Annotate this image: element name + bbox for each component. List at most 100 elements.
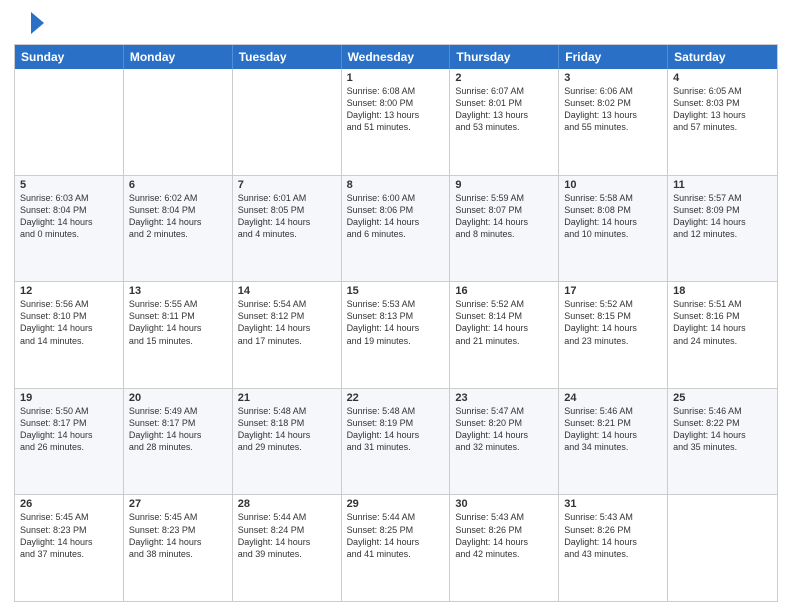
day-info: Sunrise: 6:06 AMSunset: 8:02 PMDaylight:… xyxy=(564,85,662,134)
calendar-day-6: 6Sunrise: 6:02 AMSunset: 8:04 PMDaylight… xyxy=(124,176,233,282)
calendar-day-13: 13Sunrise: 5:55 AMSunset: 8:11 PMDayligh… xyxy=(124,282,233,388)
day-number: 29 xyxy=(347,498,445,510)
day-info: Sunrise: 5:46 AMSunset: 8:21 PMDaylight:… xyxy=(564,405,662,454)
calendar-empty-cell xyxy=(668,495,777,601)
day-number: 1 xyxy=(347,72,445,84)
calendar-day-8: 8Sunrise: 6:00 AMSunset: 8:06 PMDaylight… xyxy=(342,176,451,282)
calendar-empty-cell xyxy=(15,69,124,175)
day-info: Sunrise: 5:56 AMSunset: 8:10 PMDaylight:… xyxy=(20,298,118,347)
day-info: Sunrise: 5:46 AMSunset: 8:22 PMDaylight:… xyxy=(673,405,772,454)
calendar-day-11: 11Sunrise: 5:57 AMSunset: 8:09 PMDayligh… xyxy=(668,176,777,282)
day-of-week-thursday: Thursday xyxy=(450,45,559,69)
calendar-empty-cell xyxy=(233,69,342,175)
calendar-day-12: 12Sunrise: 5:56 AMSunset: 8:10 PMDayligh… xyxy=(15,282,124,388)
day-info: Sunrise: 5:44 AMSunset: 8:25 PMDaylight:… xyxy=(347,511,445,560)
calendar-row-4: 26Sunrise: 5:45 AMSunset: 8:23 PMDayligh… xyxy=(15,494,777,601)
day-number: 30 xyxy=(455,498,553,510)
day-number: 14 xyxy=(238,285,336,297)
day-info: Sunrise: 5:54 AMSunset: 8:12 PMDaylight:… xyxy=(238,298,336,347)
day-number: 21 xyxy=(238,392,336,404)
calendar-day-14: 14Sunrise: 5:54 AMSunset: 8:12 PMDayligh… xyxy=(233,282,342,388)
calendar-day-30: 30Sunrise: 5:43 AMSunset: 8:26 PMDayligh… xyxy=(450,495,559,601)
day-info: Sunrise: 6:00 AMSunset: 8:06 PMDaylight:… xyxy=(347,192,445,241)
day-number: 4 xyxy=(673,72,772,84)
day-number: 11 xyxy=(673,179,772,191)
day-info: Sunrise: 5:45 AMSunset: 8:23 PMDaylight:… xyxy=(20,511,118,560)
calendar-day-2: 2Sunrise: 6:07 AMSunset: 8:01 PMDaylight… xyxy=(450,69,559,175)
calendar-day-20: 20Sunrise: 5:49 AMSunset: 8:17 PMDayligh… xyxy=(124,389,233,495)
logo-flag-icon xyxy=(18,10,44,36)
page: SundayMondayTuesdayWednesdayThursdayFrid… xyxy=(0,0,792,612)
calendar-body: 1Sunrise: 6:08 AMSunset: 8:00 PMDaylight… xyxy=(15,69,777,601)
day-number: 8 xyxy=(347,179,445,191)
calendar-day-22: 22Sunrise: 5:48 AMSunset: 8:19 PMDayligh… xyxy=(342,389,451,495)
day-info: Sunrise: 6:05 AMSunset: 8:03 PMDaylight:… xyxy=(673,85,772,134)
day-info: Sunrise: 5:43 AMSunset: 8:26 PMDaylight:… xyxy=(564,511,662,560)
calendar-day-31: 31Sunrise: 5:43 AMSunset: 8:26 PMDayligh… xyxy=(559,495,668,601)
calendar-day-9: 9Sunrise: 5:59 AMSunset: 8:07 PMDaylight… xyxy=(450,176,559,282)
day-number: 22 xyxy=(347,392,445,404)
day-number: 5 xyxy=(20,179,118,191)
day-info: Sunrise: 5:52 AMSunset: 8:14 PMDaylight:… xyxy=(455,298,553,347)
day-of-week-wednesday: Wednesday xyxy=(342,45,451,69)
day-number: 9 xyxy=(455,179,553,191)
day-number: 18 xyxy=(673,285,772,297)
day-number: 16 xyxy=(455,285,553,297)
day-info: Sunrise: 5:48 AMSunset: 8:18 PMDaylight:… xyxy=(238,405,336,454)
day-number: 25 xyxy=(673,392,772,404)
day-number: 15 xyxy=(347,285,445,297)
day-info: Sunrise: 6:01 AMSunset: 8:05 PMDaylight:… xyxy=(238,192,336,241)
day-info: Sunrise: 5:52 AMSunset: 8:15 PMDaylight:… xyxy=(564,298,662,347)
day-info: Sunrise: 5:49 AMSunset: 8:17 PMDaylight:… xyxy=(129,405,227,454)
calendar-day-16: 16Sunrise: 5:52 AMSunset: 8:14 PMDayligh… xyxy=(450,282,559,388)
day-info: Sunrise: 6:07 AMSunset: 8:01 PMDaylight:… xyxy=(455,85,553,134)
calendar-header: SundayMondayTuesdayWednesdayThursdayFrid… xyxy=(15,45,777,69)
calendar-day-4: 4Sunrise: 6:05 AMSunset: 8:03 PMDaylight… xyxy=(668,69,777,175)
calendar-day-23: 23Sunrise: 5:47 AMSunset: 8:20 PMDayligh… xyxy=(450,389,559,495)
day-of-week-sunday: Sunday xyxy=(15,45,124,69)
day-of-week-friday: Friday xyxy=(559,45,668,69)
calendar-day-18: 18Sunrise: 5:51 AMSunset: 8:16 PMDayligh… xyxy=(668,282,777,388)
day-number: 28 xyxy=(238,498,336,510)
day-number: 20 xyxy=(129,392,227,404)
day-number: 12 xyxy=(20,285,118,297)
calendar-day-28: 28Sunrise: 5:44 AMSunset: 8:24 PMDayligh… xyxy=(233,495,342,601)
day-number: 27 xyxy=(129,498,227,510)
day-number: 2 xyxy=(455,72,553,84)
calendar-day-29: 29Sunrise: 5:44 AMSunset: 8:25 PMDayligh… xyxy=(342,495,451,601)
day-number: 13 xyxy=(129,285,227,297)
day-info: Sunrise: 5:45 AMSunset: 8:23 PMDaylight:… xyxy=(129,511,227,560)
day-info: Sunrise: 5:50 AMSunset: 8:17 PMDaylight:… xyxy=(20,405,118,454)
day-info: Sunrise: 5:53 AMSunset: 8:13 PMDaylight:… xyxy=(347,298,445,347)
calendar-row-3: 19Sunrise: 5:50 AMSunset: 8:17 PMDayligh… xyxy=(15,388,777,495)
calendar-day-19: 19Sunrise: 5:50 AMSunset: 8:17 PMDayligh… xyxy=(15,389,124,495)
day-number: 3 xyxy=(564,72,662,84)
calendar-day-1: 1Sunrise: 6:08 AMSunset: 8:00 PMDaylight… xyxy=(342,69,451,175)
day-info: Sunrise: 5:48 AMSunset: 8:19 PMDaylight:… xyxy=(347,405,445,454)
day-info: Sunrise: 5:59 AMSunset: 8:07 PMDaylight:… xyxy=(455,192,553,241)
day-info: Sunrise: 6:03 AMSunset: 8:04 PMDaylight:… xyxy=(20,192,118,241)
calendar-empty-cell xyxy=(124,69,233,175)
calendar-row-1: 5Sunrise: 6:03 AMSunset: 8:04 PMDaylight… xyxy=(15,175,777,282)
calendar-day-15: 15Sunrise: 5:53 AMSunset: 8:13 PMDayligh… xyxy=(342,282,451,388)
day-number: 6 xyxy=(129,179,227,191)
day-number: 19 xyxy=(20,392,118,404)
calendar-day-10: 10Sunrise: 5:58 AMSunset: 8:08 PMDayligh… xyxy=(559,176,668,282)
calendar-day-5: 5Sunrise: 6:03 AMSunset: 8:04 PMDaylight… xyxy=(15,176,124,282)
calendar-row-2: 12Sunrise: 5:56 AMSunset: 8:10 PMDayligh… xyxy=(15,281,777,388)
day-of-week-monday: Monday xyxy=(124,45,233,69)
calendar-day-7: 7Sunrise: 6:01 AMSunset: 8:05 PMDaylight… xyxy=(233,176,342,282)
day-of-week-saturday: Saturday xyxy=(668,45,777,69)
day-number: 26 xyxy=(20,498,118,510)
calendar-day-17: 17Sunrise: 5:52 AMSunset: 8:15 PMDayligh… xyxy=(559,282,668,388)
header xyxy=(14,10,778,36)
day-info: Sunrise: 5:57 AMSunset: 8:09 PMDaylight:… xyxy=(673,192,772,241)
calendar-day-26: 26Sunrise: 5:45 AMSunset: 8:23 PMDayligh… xyxy=(15,495,124,601)
day-info: Sunrise: 6:02 AMSunset: 8:04 PMDaylight:… xyxy=(129,192,227,241)
logo xyxy=(14,10,44,36)
calendar-day-21: 21Sunrise: 5:48 AMSunset: 8:18 PMDayligh… xyxy=(233,389,342,495)
day-info: Sunrise: 5:55 AMSunset: 8:11 PMDaylight:… xyxy=(129,298,227,347)
day-number: 10 xyxy=(564,179,662,191)
day-info: Sunrise: 5:43 AMSunset: 8:26 PMDaylight:… xyxy=(455,511,553,560)
calendar-row-0: 1Sunrise: 6:08 AMSunset: 8:00 PMDaylight… xyxy=(15,69,777,175)
